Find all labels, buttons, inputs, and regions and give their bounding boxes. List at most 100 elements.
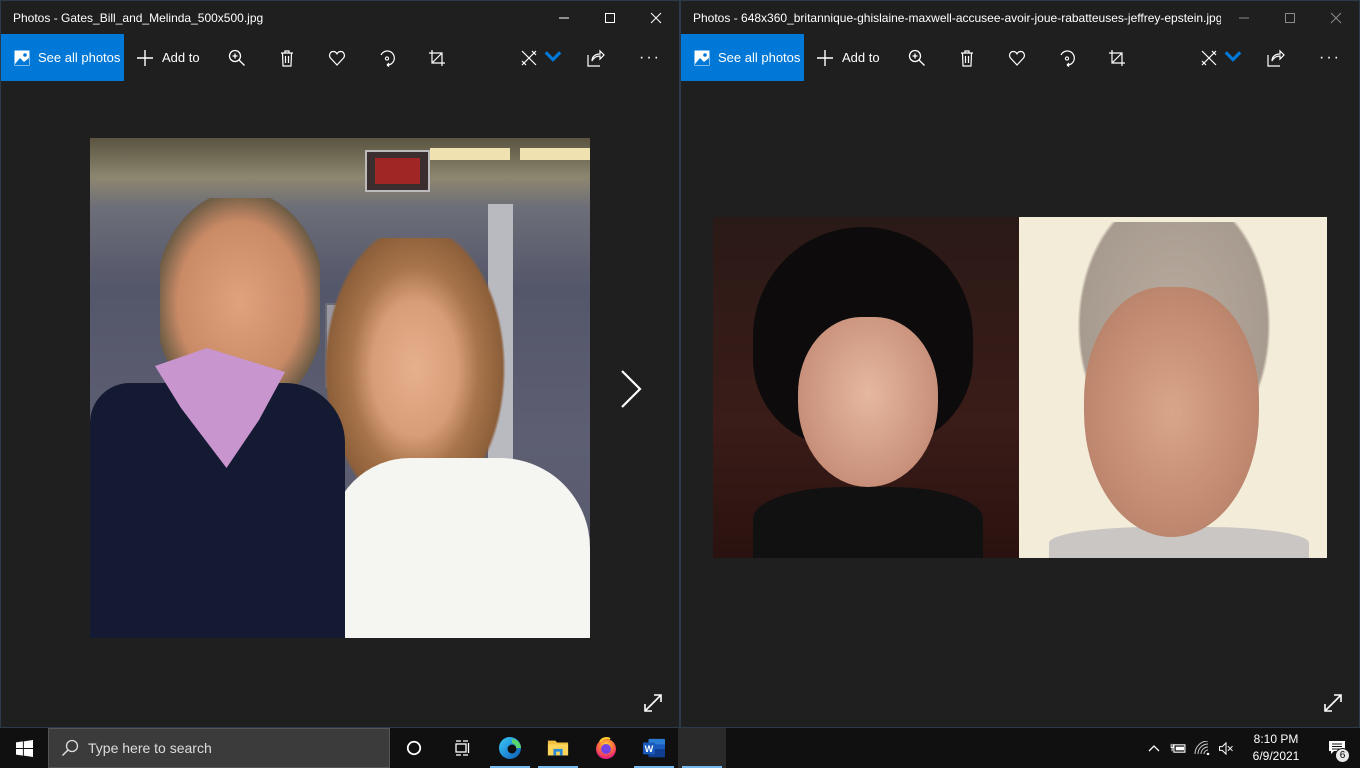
fullscreen-button[interactable] [1321, 691, 1345, 715]
chevron-down-icon [544, 47, 562, 68]
close-icon [1330, 12, 1342, 23]
clock-date: 6/9/2021 [1252, 749, 1300, 763]
plus-icon [817, 49, 833, 66]
toolbar: See all photos Add to ··· [1, 34, 679, 81]
delete-icon [960, 49, 973, 67]
add-to-button[interactable]: Add to [804, 34, 892, 81]
show-hidden-icons-button[interactable] [1142, 728, 1166, 768]
windows-logo-icon [15, 739, 33, 757]
taskbar-firefox[interactable] [582, 728, 630, 768]
fullscreen-button[interactable] [641, 691, 665, 715]
edit-icon [521, 50, 537, 65]
network-button[interactable] [1190, 728, 1214, 768]
zoom-button[interactable] [892, 34, 942, 81]
cortana-icon [406, 740, 422, 756]
more-icon: ··· [639, 48, 661, 66]
portrait-left [713, 217, 1019, 558]
chevron-down-icon [1224, 47, 1242, 68]
taskbar-photos[interactable] [678, 728, 726, 768]
photo-maxwell-epstein [713, 217, 1327, 558]
crop-button[interactable] [412, 34, 462, 81]
taskbar-file-explorer[interactable] [534, 728, 582, 768]
delete-icon [280, 49, 293, 67]
plus-icon [137, 49, 153, 66]
see-all-photos-button[interactable]: See all photos [1, 34, 124, 81]
delete-button[interactable] [262, 34, 312, 81]
crop-icon [1108, 49, 1125, 66]
title-bar[interactable]: Photos - 648x360_britannique-ghislaine-m… [681, 1, 1359, 34]
maximize-button[interactable] [1267, 1, 1313, 34]
image-viewer [681, 81, 1359, 727]
photos-window-right: Photos - 648x360_britannique-ghislaine-m… [680, 0, 1360, 728]
start-button[interactable] [0, 728, 48, 768]
crop-icon [428, 49, 445, 66]
delete-button[interactable] [942, 34, 992, 81]
word-icon: W [643, 738, 665, 758]
photos-window-left: Photos - Gates_Bill_and_Melinda_500x500.… [0, 0, 680, 728]
minimize-icon [559, 17, 569, 18]
cortana-button[interactable] [390, 728, 438, 768]
task-view-button[interactable] [438, 728, 486, 768]
zoom-in-icon [228, 49, 245, 66]
add-to-label: Add to [162, 50, 200, 65]
image-viewer [1, 81, 679, 727]
portrait-right [1019, 217, 1327, 558]
maximize-button[interactable] [587, 1, 633, 34]
close-icon [650, 12, 662, 23]
edit-create-button[interactable] [1191, 34, 1251, 81]
zoom-in-icon [908, 49, 925, 66]
minimize-icon [1239, 17, 1249, 18]
more-icon: ··· [1319, 48, 1341, 66]
favorite-button[interactable] [992, 34, 1042, 81]
add-to-button[interactable]: Add to [124, 34, 212, 81]
rotate-button[interactable] [362, 34, 412, 81]
wifi-icon [1194, 741, 1210, 755]
next-image-button[interactable] [613, 361, 649, 417]
battery-button[interactable] [1166, 728, 1190, 768]
more-button[interactable]: ··· [1301, 34, 1359, 81]
volume-button[interactable] [1214, 728, 1238, 768]
action-center-button[interactable]: 6 [1314, 728, 1360, 768]
close-button[interactable] [633, 1, 679, 34]
volume-muted-icon [1218, 741, 1233, 755]
expand-icon [1324, 694, 1342, 712]
svg-text:W: W [645, 744, 654, 754]
expand-icon [644, 694, 662, 712]
desktop: Photos - Gates_Bill_and_Melinda_500x500.… [0, 0, 1360, 768]
clock-time: 8:10 PM [1253, 732, 1299, 746]
more-button[interactable]: ··· [621, 34, 679, 81]
taskbar-edge[interactable] [486, 728, 534, 768]
title-bar[interactable]: Photos - Gates_Bill_and_Melinda_500x500.… [1, 1, 679, 34]
window-title: Photos - Gates_Bill_and_Melinda_500x500.… [13, 10, 264, 25]
notification-count-badge: 6 [1335, 748, 1350, 763]
rotate-button[interactable] [1042, 34, 1092, 81]
heart-icon [328, 50, 345, 66]
crop-button[interactable] [1092, 34, 1142, 81]
edit-icon [1201, 50, 1217, 65]
photo-icon [14, 50, 30, 65]
minimize-button[interactable] [541, 1, 587, 34]
close-button[interactable] [1313, 1, 1359, 34]
see-all-photos-label: See all photos [718, 50, 801, 65]
firefox-icon [596, 737, 616, 759]
taskbar-search-box[interactable]: Type here to search [48, 728, 390, 768]
taskbar: Type here to search W 8:10 PM 6/9/2021 6 [0, 728, 1360, 768]
favorite-button[interactable] [312, 34, 362, 81]
share-button[interactable] [571, 34, 621, 81]
battery-charging-icon [1170, 743, 1185, 753]
zoom-button[interactable] [212, 34, 262, 81]
photo-icon [694, 50, 710, 65]
heart-icon [1008, 50, 1025, 66]
task-view-icon [455, 740, 470, 756]
clock[interactable]: 8:10 PM 6/9/2021 [1238, 731, 1314, 765]
rotate-icon [380, 49, 395, 67]
edit-create-button[interactable] [511, 34, 571, 81]
add-to-label: Add to [842, 50, 880, 65]
taskbar-word[interactable]: W [630, 728, 678, 768]
edge-icon [499, 737, 521, 759]
share-button[interactable] [1251, 34, 1301, 81]
rotate-icon [1060, 49, 1075, 67]
minimize-button[interactable] [1221, 1, 1267, 34]
see-all-photos-button[interactable]: See all photos [681, 34, 804, 81]
share-icon [1267, 49, 1285, 67]
